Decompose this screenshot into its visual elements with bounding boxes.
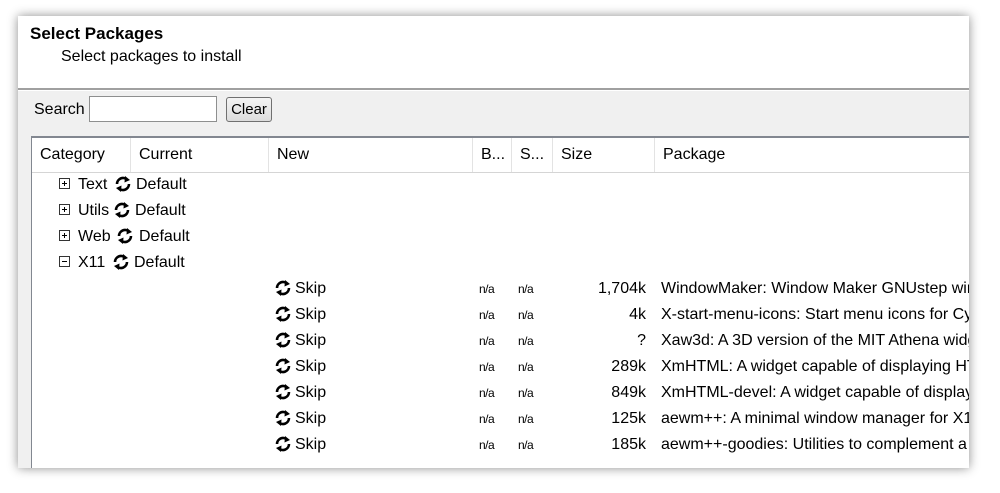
package-new-action[interactable]: Skip — [295, 354, 326, 380]
package-bin[interactable]: n/a — [479, 380, 495, 406]
package-bin[interactable]: n/a — [479, 354, 495, 380]
cycle-icon[interactable] — [274, 435, 292, 453]
package-row[interactable]: Skip n/a n/a 185k aewm++-goodies: Utilit… — [32, 432, 969, 458]
clear-button[interactable]: Clear — [226, 97, 272, 122]
package-src[interactable]: n/a — [518, 302, 534, 328]
package-row[interactable]: Skip n/a n/a 1,704k WindowMaker: Window … — [32, 276, 969, 302]
cycle-icon[interactable] — [274, 409, 292, 427]
search-input[interactable] — [89, 96, 217, 122]
package-name: X-start-menu-icons: Start menu icons for… — [661, 306, 969, 323]
category-name: X11 — [78, 254, 106, 271]
column-header-src[interactable]: S... — [512, 138, 553, 172]
cycle-icon[interactable] — [274, 279, 292, 297]
category-state[interactable]: Default — [134, 250, 185, 276]
package-bin[interactable]: n/a — [479, 276, 495, 302]
column-header-package[interactable]: Package — [655, 138, 969, 172]
package-new-action[interactable]: Skip — [295, 406, 326, 432]
package-src[interactable]: n/a — [518, 328, 534, 354]
category-row-web[interactable]: Web Default — [32, 224, 969, 250]
package-size: 125k — [611, 410, 646, 427]
category-row-x11[interactable]: X11 Default — [32, 250, 969, 276]
package-name: aewm++: A minimal window manager for X11 — [661, 410, 969, 427]
column-header-category[interactable]: Category — [32, 138, 131, 172]
column-header-row: Category Current New B... S... Size Pack… — [32, 138, 969, 173]
package-new-action[interactable]: Skip — [295, 432, 326, 458]
package-size: 849k — [611, 384, 646, 401]
package-row[interactable]: Skip n/a n/a 4k X-start-menu-icons: Star… — [32, 302, 969, 328]
expand-icon[interactable] — [59, 178, 70, 189]
category-row-text[interactable]: Text Default — [32, 172, 969, 198]
cycle-icon[interactable] — [116, 227, 134, 245]
package-size: 185k — [611, 436, 646, 453]
package-row[interactable]: Skip n/a n/a 125k aewm++: A minimal wind… — [32, 406, 969, 432]
package-src[interactable]: n/a — [518, 406, 534, 432]
page-header: Select Packages Select packages to insta… — [18, 16, 969, 88]
package-row[interactable]: Skip n/a n/a ? Xaw3d: A 3D version of th… — [32, 328, 969, 354]
category-name: Text — [78, 176, 108, 193]
category-state[interactable]: Default — [139, 224, 190, 250]
package-name: XmHTML-devel: A widget capable of displa… — [661, 384, 969, 401]
package-new-action[interactable]: Skip — [295, 302, 326, 328]
header-divider — [18, 88, 969, 91]
package-name: Xaw3d: A 3D version of the MIT Athena wi… — [661, 332, 969, 349]
cycle-icon[interactable] — [274, 305, 292, 323]
cycle-icon[interactable] — [274, 331, 292, 349]
package-size: 4k — [629, 306, 646, 323]
search-label: Search — [34, 101, 85, 118]
category-row-utils[interactable]: Utils Default — [32, 198, 969, 224]
column-header-size[interactable]: Size — [553, 138, 655, 172]
package-new-action[interactable]: Skip — [295, 276, 326, 302]
category-name: Web — [78, 228, 111, 245]
cycle-icon[interactable] — [112, 253, 130, 271]
package-row[interactable]: Skip n/a n/a 289k XmHTML: A widget capab… — [32, 354, 969, 380]
cycle-icon[interactable] — [113, 201, 131, 219]
select-packages-window: Select Packages Select packages to insta… — [18, 16, 969, 468]
category-name: Utils — [78, 202, 110, 219]
package-src[interactable]: n/a — [518, 432, 534, 458]
package-new-action[interactable]: Skip — [295, 380, 326, 406]
cycle-icon[interactable] — [114, 175, 132, 193]
package-bin[interactable]: n/a — [479, 328, 495, 354]
package-src[interactable]: n/a — [518, 276, 534, 302]
category-state[interactable]: Default — [135, 198, 186, 224]
package-bin[interactable]: n/a — [479, 432, 495, 458]
collapse-icon[interactable] — [59, 256, 70, 267]
expand-icon[interactable] — [59, 204, 70, 215]
package-src[interactable]: n/a — [518, 354, 534, 380]
package-name: XmHTML: A widget capable of displaying H… — [661, 358, 969, 375]
package-size: 1,704k — [597, 280, 646, 297]
package-bin[interactable]: n/a — [479, 406, 495, 432]
package-list[interactable]: Category Current New B... S... Size Pack… — [31, 136, 969, 468]
page-title: Select Packages — [30, 24, 164, 43]
column-header-bin[interactable]: B... — [473, 138, 512, 172]
expand-icon[interactable] — [59, 230, 70, 241]
column-header-new[interactable]: New — [269, 138, 473, 172]
package-size: ? — [637, 332, 646, 349]
package-row[interactable]: Skip n/a n/a 849k XmHTML-devel: A widget… — [32, 380, 969, 406]
package-name: WindowMaker: Window Maker GNUstep window… — [661, 280, 969, 297]
category-state[interactable]: Default — [136, 172, 187, 198]
cycle-icon[interactable] — [274, 357, 292, 375]
page-subtitle: Select packages to install — [61, 48, 242, 65]
column-header-current[interactable]: Current — [131, 138, 269, 172]
package-new-action[interactable]: Skip — [295, 328, 326, 354]
package-name: aewm++-goodies: Utilities to complement … — [661, 436, 969, 453]
package-size: 289k — [611, 358, 646, 375]
package-src[interactable]: n/a — [518, 380, 534, 406]
cycle-icon[interactable] — [274, 383, 292, 401]
package-bin[interactable]: n/a — [479, 302, 495, 328]
